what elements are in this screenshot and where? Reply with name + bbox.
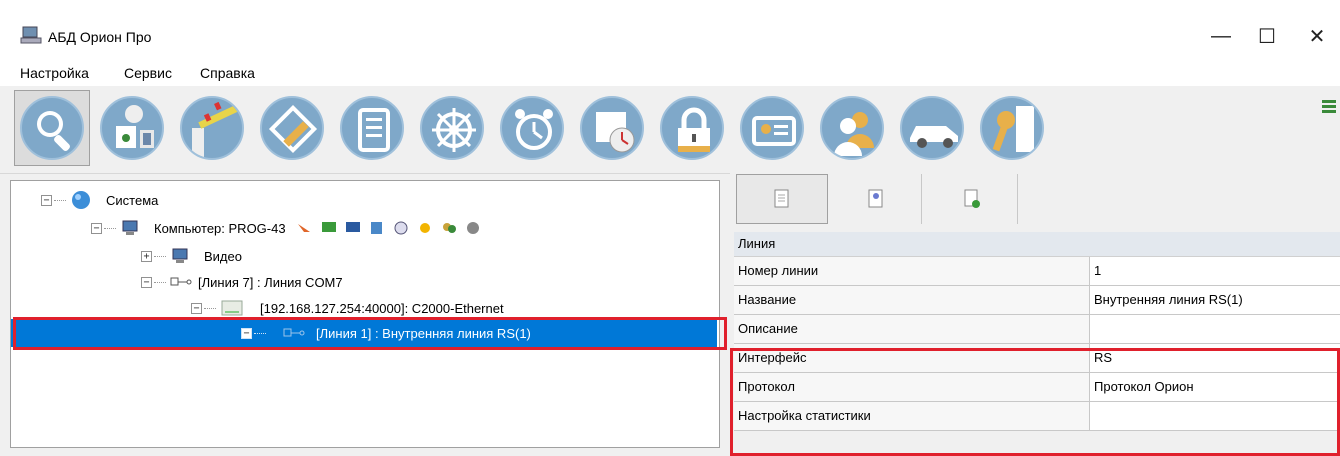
plan-edit-icon [260, 96, 324, 160]
globe-icon [72, 191, 90, 209]
computer-icon [172, 248, 188, 263]
monitor-green-icon [321, 222, 336, 232]
property-name: Описание [734, 315, 1090, 343]
menu-settings[interactable]: Настройка [20, 65, 89, 81]
tree-label-system: Система [106, 192, 159, 208]
property-value[interactable]: Внутренняя линия RS(1) [1090, 286, 1340, 314]
collapse-icon[interactable]: − [91, 222, 102, 234]
minimize-button[interactable]: — [1198, 18, 1244, 54]
cards-tool-button[interactable] [734, 90, 810, 166]
app-icon [20, 26, 42, 44]
tree-item-video[interactable]: + Видео [141, 245, 242, 267]
line-icon [170, 277, 192, 286]
property-name: Номер линии [734, 257, 1090, 285]
device-tree[interactable]: − Система − Компьютер: PROG-43 + Видео −… [10, 180, 727, 448]
tree-label-device: [192.168.127.254:40000]: C2000-Ethernet [260, 300, 504, 316]
tree-item-system[interactable]: − Система [41, 189, 158, 211]
barrier-icon [180, 96, 244, 160]
property-row-line-number[interactable]: Номер линии 1 [734, 257, 1340, 286]
interface-protocol-highlight [730, 348, 1340, 456]
camera-icon [100, 96, 164, 160]
report-tool-button[interactable] [334, 90, 410, 166]
property-category: Линия [734, 232, 1340, 257]
title-bar: АБД Орион Про — ☐ ✕ [0, 0, 1340, 62]
tree-item-line7[interactable]: − [Линия 7] : Линия COM7 [141, 271, 343, 293]
maximize-button[interactable]: ☐ [1244, 18, 1290, 54]
users-icon [820, 96, 884, 160]
collapse-icon[interactable]: − [191, 302, 202, 314]
tab-add[interactable] [926, 174, 1018, 224]
collapse-icon[interactable]: − [141, 276, 152, 288]
alarm-clock-icon [500, 96, 564, 160]
clock-icon [394, 221, 408, 235]
menu-bar: Настройка Сервис Справка [0, 62, 1340, 86]
personnel-tool-button[interactable] [814, 90, 890, 166]
properties-panel: Линия Номер линии 1 Название Внутренняя … [730, 172, 1340, 456]
wheel-icon [420, 96, 484, 160]
window-title: АБД Орион Про [48, 29, 152, 45]
menu-service[interactable]: Сервис [124, 65, 172, 81]
tree-item-computer[interactable]: − Компьютер: PROG-43 [91, 217, 482, 239]
property-row-description[interactable]: Описание [734, 315, 1340, 344]
tree-label-line7: [Линия 7] : Линия COM7 [198, 274, 343, 290]
computer-status-icons [296, 220, 482, 236]
collapse-icon[interactable]: − [41, 194, 52, 206]
property-row-name[interactable]: Название Внутренняя линия RS(1) [734, 286, 1340, 315]
monitor-blue-icon [345, 222, 360, 232]
tree-label-video: Видео [204, 248, 242, 264]
key-icon [980, 96, 1044, 160]
add-document-icon [964, 189, 980, 208]
video-tool-button[interactable] [94, 90, 170, 166]
document-blue-icon [370, 222, 382, 234]
arrow-icon [297, 224, 310, 232]
schedule-icon [580, 96, 644, 160]
users-small-icon [442, 223, 456, 233]
security-tool-button[interactable] [654, 90, 730, 166]
search-tool-button[interactable] [14, 90, 90, 166]
sun-icon [419, 223, 430, 233]
toolbar [0, 86, 1340, 174]
vehicles-tool-button[interactable] [894, 90, 970, 166]
tree-label-computer: Компьютер: PROG-43 [154, 220, 286, 236]
list-view-icon[interactable] [1320, 98, 1338, 116]
timetable-tool-button[interactable] [574, 90, 650, 166]
car-icon [900, 96, 964, 160]
plan-tool-button[interactable] [254, 90, 330, 166]
expand-icon[interactable]: + [141, 250, 152, 262]
document-icon [340, 96, 404, 160]
selected-row-highlight [13, 317, 727, 350]
tab-properties[interactable] [736, 174, 828, 224]
control-tool-button[interactable] [414, 90, 490, 166]
schedule-tool-button[interactable] [494, 90, 570, 166]
property-tabs [730, 172, 1340, 228]
document-icon [774, 189, 789, 208]
tab-comments[interactable] [830, 174, 922, 224]
search-icon [20, 96, 84, 160]
controller-icon [221, 300, 243, 316]
lock-icon [660, 96, 724, 160]
tree-item-device[interactable]: − [192.168.127.254:40000]: C2000-Etherne… [191, 297, 504, 319]
id-card-icon [740, 96, 804, 160]
keys-tool-button[interactable] [974, 90, 1050, 166]
menu-help[interactable]: Справка [200, 65, 255, 81]
access-tool-button[interactable] [174, 90, 250, 166]
computer-icon [122, 220, 138, 235]
camera-small-icon [466, 222, 479, 234]
property-value[interactable]: 1 [1090, 257, 1340, 285]
close-button[interactable]: ✕ [1294, 18, 1340, 54]
property-name: Название [734, 286, 1090, 314]
property-value[interactable] [1090, 315, 1340, 343]
note-icon [868, 189, 882, 208]
